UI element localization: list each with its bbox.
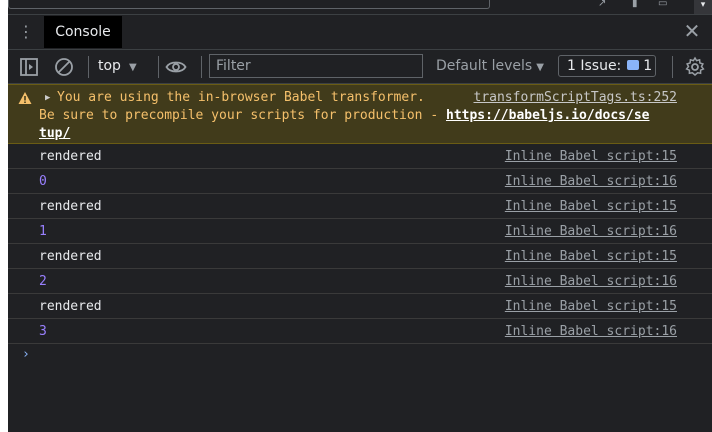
chevron-down-icon: ▼: [536, 62, 544, 73]
log-source-link[interactable]: Inline Babel script:16: [505, 219, 677, 244]
warning-source-link[interactable]: transformScriptTags.ts:252: [474, 90, 678, 105]
log-row: rendered Inline Babel script:15: [8, 194, 712, 219]
log-message: rendered: [39, 199, 102, 214]
tab-console[interactable]: Console: [44, 16, 122, 48]
gear-icon[interactable]: [684, 56, 706, 78]
log-source-link[interactable]: Inline Babel script:15: [505, 294, 677, 319]
clear-console-icon[interactable]: [53, 56, 75, 78]
pin-icon: ▮: [632, 0, 638, 9]
log-row: 3 Inline Babel script:16: [8, 319, 712, 344]
log-row: rendered Inline Babel script:15: [8, 144, 712, 169]
browser-top-strip: ↗ ▮ ▭ ▾: [8, 0, 712, 15]
warning-icon: [18, 92, 32, 104]
log-source-link[interactable]: Inline Babel script:16: [505, 319, 677, 344]
more-vert-icon[interactable]: ⋮: [18, 23, 34, 41]
log-source-link[interactable]: Inline Babel script:16: [505, 169, 677, 194]
log-message: 0: [39, 174, 47, 189]
log-message: 2: [39, 274, 47, 289]
devtools-tab-bar: ⋮ Console ✕: [8, 15, 712, 50]
eye-icon[interactable]: [165, 56, 187, 78]
toolbar-divider: [158, 56, 159, 78]
log-source-link[interactable]: Inline Babel script:16: [505, 269, 677, 294]
log-row: 1 Inline Babel script:16: [8, 219, 712, 244]
small-arrow-icon: ↗: [598, 0, 607, 9]
issues-label: 1 Issue:: [567, 58, 622, 74]
log-message: 1: [39, 224, 47, 239]
log-message: 3: [39, 324, 47, 339]
expand-arrow-icon[interactable]: ▶: [45, 93, 50, 103]
warning-line-2: Be sure to precompile your scripts for p…: [39, 108, 650, 123]
issues-count: 1: [643, 58, 653, 74]
console-toolbar: top ▼ Filter Default levels ▼ 1 Issue: 1: [8, 50, 712, 84]
window-icon: ▭: [658, 0, 668, 9]
warning-line-2-text: Be sure to precompile your scripts for p…: [39, 108, 446, 123]
log-source-link[interactable]: Inline Babel script:15: [505, 144, 677, 169]
sidebar-toggle-icon[interactable]: [18, 56, 40, 78]
dropdown-arrow-icon[interactable]: ▾: [694, 0, 712, 14]
toolbar-divider: [88, 56, 89, 78]
log-message: rendered: [39, 299, 102, 314]
log-source-link[interactable]: Inline Babel script:15: [505, 194, 677, 219]
log-row: 0 Inline Babel script:16: [8, 169, 712, 194]
console-prompt[interactable]: ›: [8, 344, 712, 368]
babel-docs-link-continued[interactable]: tup/: [39, 126, 70, 141]
devtools-panel: ↗ ▮ ▭ ▾ ⋮ Console ✕ top ▼ Filter Default…: [8, 0, 712, 432]
log-levels-dropdown[interactable]: Default levels ▼: [436, 50, 544, 83]
warning-message: ▶ You are using the in-browser Babel tra…: [8, 84, 712, 144]
message-icon: [627, 60, 640, 70]
chevron-down-icon: ▼: [128, 62, 137, 73]
console-output: ▶ You are using the in-browser Babel tra…: [8, 84, 712, 432]
chevron-right-icon: ›: [22, 347, 30, 362]
log-message: rendered: [39, 249, 102, 264]
toolbar-divider: [201, 56, 202, 78]
filter-input[interactable]: Filter: [209, 54, 423, 78]
toolbar-divider: [672, 56, 673, 78]
issues-button[interactable]: 1 Issue: 1: [558, 55, 656, 77]
warning-line-3: tup/: [39, 126, 70, 141]
log-message: rendered: [39, 149, 102, 164]
warning-line-1: You are using the in-browser Babel trans…: [57, 90, 425, 105]
log-source-link[interactable]: Inline Babel script:15: [505, 244, 677, 269]
context-label: top: [98, 58, 121, 74]
levels-label: Default levels: [436, 58, 533, 74]
context-selector[interactable]: top ▼: [98, 50, 137, 83]
log-row: 2 Inline Babel script:16: [8, 269, 712, 294]
log-row: rendered Inline Babel script:15: [8, 294, 712, 319]
log-row: rendered Inline Babel script:15: [8, 244, 712, 269]
close-icon[interactable]: ✕: [682, 21, 702, 41]
address-bar-edge: [8, 0, 490, 9]
babel-docs-link[interactable]: https://babeljs.io/docs/se: [446, 108, 650, 123]
